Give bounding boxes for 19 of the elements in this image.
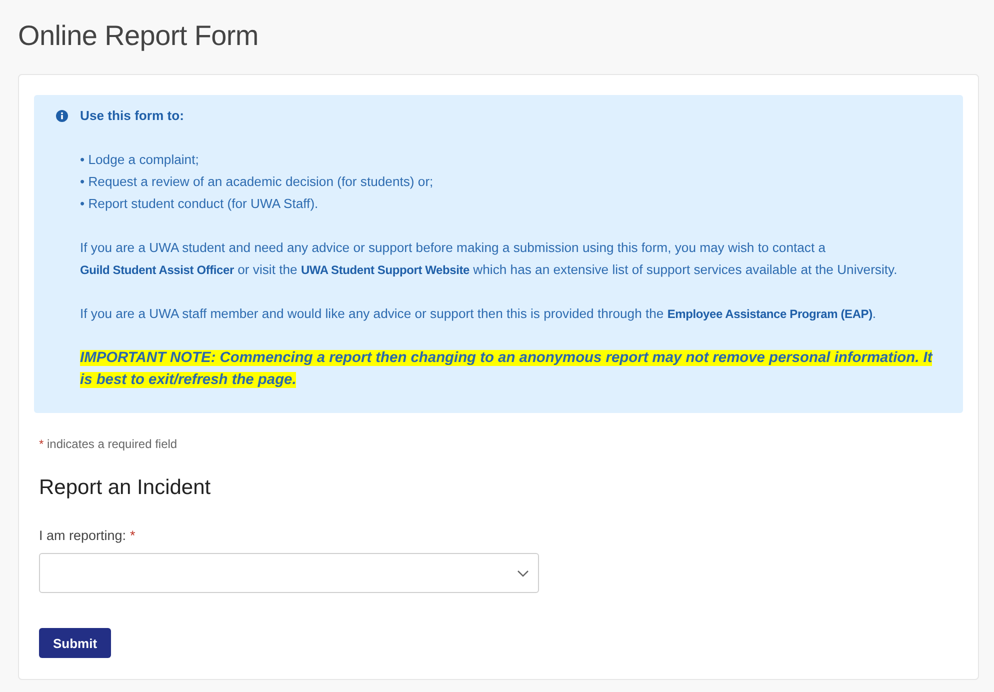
text-link[interactable]: Guild Student Assist Officer: [80, 263, 234, 277]
required-note: indicates a required field: [46, 437, 178, 451]
chevron-down-icon: [517, 570, 529, 576]
section-heading: Report an Incident: [39, 475, 212, 501]
bullet-item: • Lodge a complaint;: [80, 151, 200, 169]
info-paragraph: If you are a UWA staff member and would like any advice or support then this is provided through the Employee Assistance Program (EAP).: [80, 305, 878, 323]
bullet-item: • Request a review of an academic decision (for students) or;: [80, 173, 434, 191]
submit-button[interactable]: Submit: [39, 628, 111, 658]
bullet-item: • Report student conduct (for UWA Staff).: [80, 195, 320, 213]
reporting-select[interactable]: [39, 553, 539, 593]
info-paragraph: If you are a UWA student and need any advice or support before making a submission using this form, you may wish to contact a Guild Student Assist Officer or visit the UWA Student Support Website which has an extensive list of support services available at the University.: [80, 239, 898, 279]
text-link[interactable]: UWA Student Support Website: [300, 263, 470, 277]
field-label: I am reporting:: [39, 528, 126, 543]
text-link[interactable]: Employee Assistance Program (EAP): [667, 307, 872, 321]
page-title: Online Report Form: [18, 19, 260, 53]
required-asterisk: *: [39, 437, 44, 451]
info-icon: [56, 110, 68, 122]
info-heading: Use this form to:: [80, 107, 186, 125]
required-asterisk: *: [130, 528, 136, 543]
